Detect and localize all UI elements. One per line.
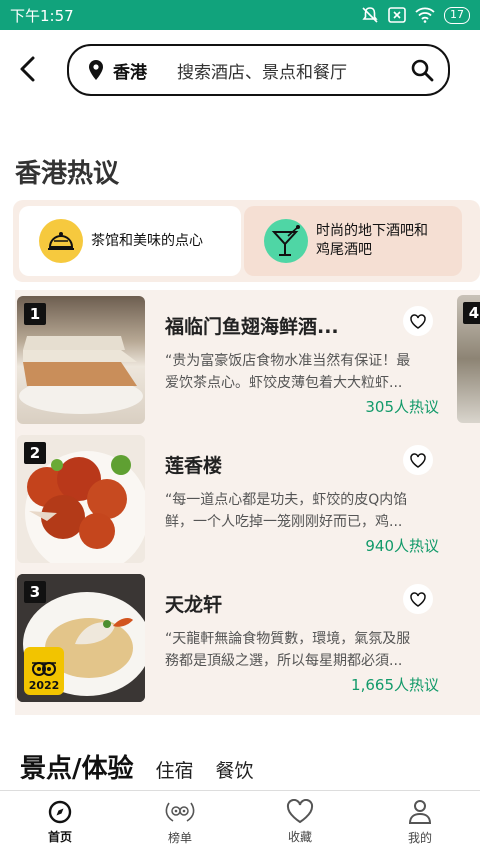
award-year: 2022 [28,679,60,692]
heart-icon[interactable] [403,584,433,614]
category-tab-dimsum[interactable]: 茶馆和美味的点心 [19,206,241,276]
review-line: 務都是頂級之選，所以每星期都必須... [165,653,403,669]
review-quote: “贵为富豪饭店食物水准当然有保证！最 爱饮茶点心。虾饺皮薄包着大大粒虾... [165,350,445,394]
nav-label: 收藏 [287,830,312,844]
tab-attractions[interactable]: 景点/体验 [20,748,134,785]
bell-icon [39,219,83,263]
header: 香港 搜索酒店、景点和餐厅 [0,30,480,110]
review-line: 爱饮茶点心。虾饺皮薄包着大大粒虾... [165,375,403,391]
restaurant-photo[interactable]: 3 2022 [17,574,145,702]
category-label: 茶馆和美味的点心 [91,232,203,249]
nav-favorites[interactable]: 收藏 [240,791,360,853]
mute-icon [362,7,378,23]
battery-icon: 17 [444,6,470,24]
restaurant-name[interactable]: 莲香楼 [165,451,222,478]
location-label[interactable]: 香港 [113,58,147,83]
buzz-count: 305人热议 [365,398,439,416]
list-item[interactable]: 3 2022 天龙轩 “天龍軒無論食物質數，環境，氣氛及服 務都是頂級之選，所以… [17,574,457,702]
category-tab-bars[interactable]: 时尚的地下酒吧和 鸡尾酒吧 [244,206,462,276]
status-time: 下午1:57 [10,6,74,25]
restaurant-name[interactable]: 天龙轩 [165,590,222,617]
tab-hotels[interactable]: 住宿 [156,756,194,783]
buzz-count: 1,665人热议 [351,676,439,694]
section-tabs: 景点/体验 住宿 餐饮 [20,748,254,785]
cocktail-icon [264,219,308,263]
review-quote: “天龍軒無論食物質數，環境，氣氛及服 務都是頂級之選，所以每星期都必須... [165,628,445,672]
search-icon[interactable] [410,58,434,82]
review-line: “天龍軒無論食物質數，環境，氣氛及服 [165,631,411,647]
rank-badge: 1 [24,303,46,325]
status-bar: 下午1:57 17 [0,0,480,30]
nav-label: 我的 [407,830,432,845]
back-icon[interactable] [14,54,44,84]
category-tabs: 茶馆和美味的点心 时尚的地下酒吧和 鸡尾酒吧 [13,200,480,282]
nav-profile[interactable]: 我的 [360,791,480,853]
restaurant-photo[interactable]: 1 [17,296,145,424]
next-list-card[interactable]: 4 [457,295,480,423]
heart-icon[interactable] [403,445,433,475]
restaurant-name[interactable]: 福临门鱼翅海鲜酒... [165,312,339,339]
section-title: 香港热议 [15,159,120,189]
review-line: 鲜，一个人吃掉一笼刚刚好而已，鸡... [165,514,403,530]
bottom-nav: 首页 榜单 收藏 我的 [0,790,480,853]
sim-icon [388,7,406,23]
profile-icon [408,799,432,824]
nav-home[interactable]: 首页 [0,791,120,853]
laurel-icon [165,802,195,822]
list-item[interactable]: 2 莲香楼 “每一道点心都是功夫，虾饺的皮Q内馅 鲜，一个人吃掉一笼刚刚好而已，… [17,435,457,563]
rank-badge: 3 [24,581,46,603]
list-item[interactable]: 1 福临门鱼翅海鲜酒... “贵为富豪饭店食物水准当然有保证！最 爱饮茶点心。虾… [17,296,457,424]
rank-badge: 2 [24,442,46,464]
buzz-count: 940人热议 [365,537,439,555]
wifi-icon [415,7,435,23]
battery-level: 17 [450,8,464,21]
category-label-line: 时尚的地下酒吧和 [316,223,428,239]
category-label: 时尚的地下酒吧和 鸡尾酒吧 [316,222,428,260]
review-line: “每一道点心都是功夫，虾饺的皮Q内馅 [165,492,408,508]
search-bar[interactable]: 香港 搜索酒店、景点和餐厅 [67,44,450,96]
travelers-choice-badge: 2022 [24,647,64,695]
restaurant-photo[interactable]: 2 [17,435,145,563]
owl-icon [32,662,56,676]
tab-restaurants[interactable]: 餐饮 [216,756,254,783]
restaurant-list: 1 福临门鱼翅海鲜酒... “贵为富豪饭店食物水准当然有保证！最 爱饮茶点心。虾… [15,290,480,715]
location-pin-icon [89,60,103,80]
heart-icon [286,799,314,824]
nav-label: 榜单 [167,830,192,845]
rank-badge: 4 [463,302,480,324]
nav-label: 首页 [47,829,72,844]
search-input[interactable]: 搜索酒店、景点和餐厅 [177,58,410,83]
heart-icon[interactable] [403,306,433,336]
category-label-line: 鸡尾酒吧 [316,242,372,258]
review-quote: “每一道点心都是功夫，虾饺的皮Q内馅 鲜，一个人吃掉一笼刚刚好而已，鸡... [165,489,445,533]
review-line: “贵为富豪饭店食物水准当然有保证！最 [165,353,411,369]
compass-icon [48,800,72,823]
nav-rankings[interactable]: 榜单 [120,791,240,853]
